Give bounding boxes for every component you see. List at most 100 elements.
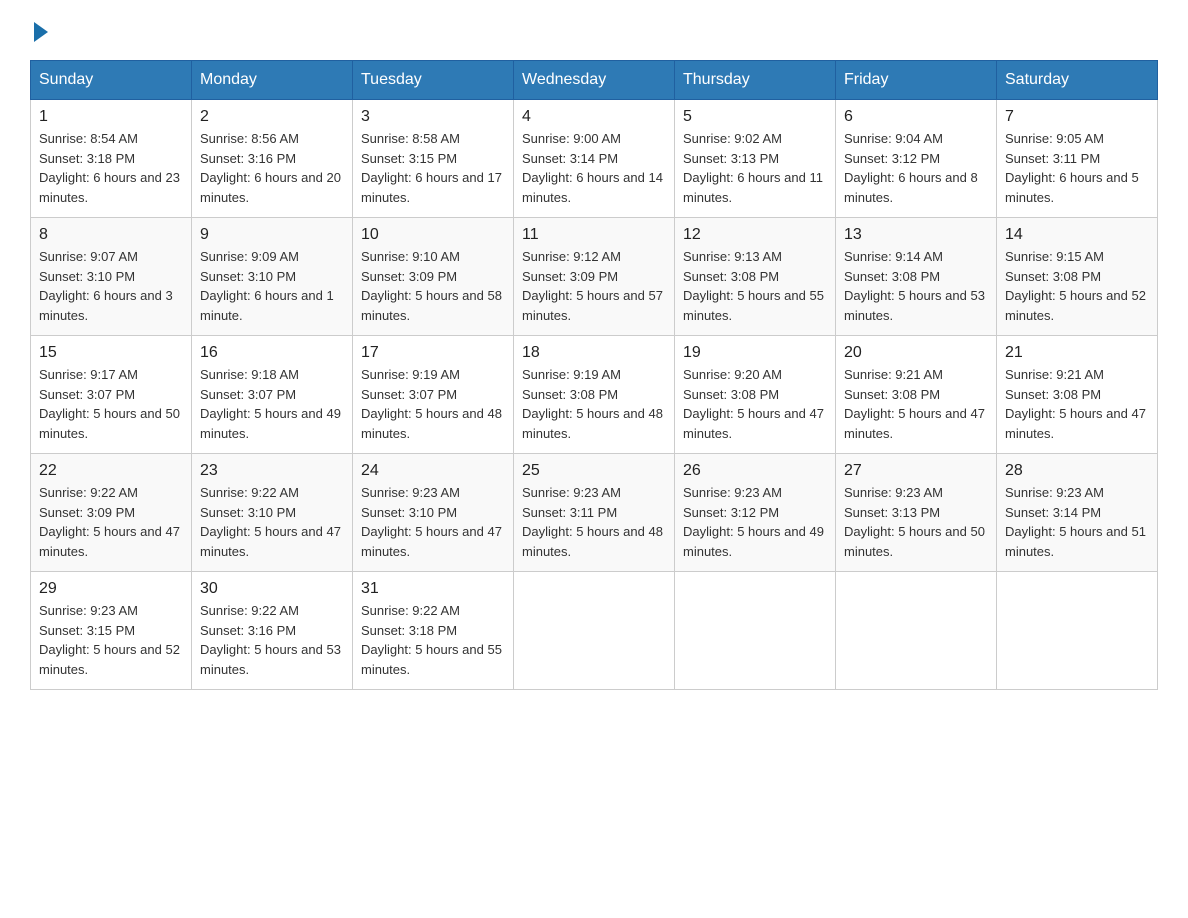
header-wednesday: Wednesday [514,61,675,100]
table-row: 9 Sunrise: 9:09 AMSunset: 3:10 PMDaylight… [192,218,353,336]
header-thursday: Thursday [675,61,836,100]
day-info: Sunrise: 9:23 AMSunset: 3:14 PMDaylight:… [1005,483,1149,561]
day-number: 10 [361,226,505,244]
table-row: 10 Sunrise: 9:10 AMSunset: 3:09 PMDayligh… [353,218,514,336]
day-info: Sunrise: 9:14 AMSunset: 3:08 PMDaylight:… [844,247,988,325]
day-number: 8 [39,226,183,244]
day-info: Sunrise: 9:21 AMSunset: 3:08 PMDaylight:… [1005,365,1149,443]
day-info: Sunrise: 9:02 AMSunset: 3:13 PMDaylight:… [683,129,827,207]
table-row: 2 Sunrise: 8:56 AMSunset: 3:16 PMDaylight… [192,100,353,218]
table-row: 30 Sunrise: 9:22 AMSunset: 3:16 PMDayligh… [192,572,353,690]
table-row: 17Sunrise: 9:19 AMSunset: 3:07 PMDayligh… [353,336,514,454]
header-friday: Friday [836,61,997,100]
day-number: 9 [200,226,344,244]
table-row: 31 Sunrise: 9:22 AMSunset: 3:18 PMDayligh… [353,572,514,690]
day-info: Sunrise: 8:56 AMSunset: 3:16 PMDaylight:… [200,129,344,207]
day-info: Sunrise: 9:22 AMSunset: 3:16 PMDaylight:… [200,601,344,679]
logo [30,20,48,42]
table-row [836,572,997,690]
day-number: 18 [522,344,666,362]
day-info: Sunrise: 9:04 AMSunset: 3:12 PMDaylight:… [844,129,988,207]
day-number: 20 [844,344,988,362]
day-info: Sunrise: 9:18 AMSunset: 3:07 PMDaylight:… [200,365,344,443]
day-info: Sunrise: 8:54 AMSunset: 3:18 PMDaylight:… [39,129,183,207]
day-info: Sunrise: 9:23 AMSunset: 3:10 PMDaylight:… [361,483,505,561]
day-number: 12 [683,226,827,244]
day-info: Sunrise: 9:23 AMSunset: 3:15 PMDaylight:… [39,601,183,679]
table-row: 14 Sunrise: 9:15 AMSunset: 3:08 PMDayligh… [997,218,1158,336]
table-row: 3Sunrise: 8:58 AMSunset: 3:15 PMDaylight… [353,100,514,218]
table-row: 5 Sunrise: 9:02 AMSunset: 3:13 PMDaylight… [675,100,836,218]
day-info: Sunrise: 9:22 AMSunset: 3:10 PMDaylight:… [200,483,344,561]
day-number: 7 [1005,108,1149,126]
day-info: Sunrise: 9:09 AMSunset: 3:10 PMDaylight:… [200,247,344,325]
table-row: 11 Sunrise: 9:12 AMSunset: 3:09 PMDayligh… [514,218,675,336]
week-row-1: 1 Sunrise: 8:54 AMSunset: 3:18 PMDaylight… [31,100,1158,218]
day-info: Sunrise: 9:23 AMSunset: 3:12 PMDaylight:… [683,483,827,561]
header-monday: Monday [192,61,353,100]
day-info: Sunrise: 9:07 AMSunset: 3:10 PMDaylight:… [39,247,183,325]
day-number: 15 [39,344,183,362]
table-row: 18 Sunrise: 9:19 AMSunset: 3:08 PMDayligh… [514,336,675,454]
week-row-5: 29 Sunrise: 9:23 AMSunset: 3:15 PMDayligh… [31,572,1158,690]
day-number: 2 [200,108,344,126]
table-row: 6 Sunrise: 9:04 AMSunset: 3:12 PMDaylight… [836,100,997,218]
table-row: 13 Sunrise: 9:14 AMSunset: 3:08 PMDayligh… [836,218,997,336]
table-row: 12 Sunrise: 9:13 AMSunset: 3:08 PMDayligh… [675,218,836,336]
day-number: 1 [39,108,183,126]
day-info: Sunrise: 8:58 AMSunset: 3:15 PMDaylight:… [361,129,505,207]
day-info: Sunrise: 9:17 AMSunset: 3:07 PMDaylight:… [39,365,183,443]
days-header-row: SundayMondayTuesdayWednesdayThursdayFrid… [31,61,1158,100]
day-number: 6 [844,108,988,126]
table-row [514,572,675,690]
week-row-4: 22Sunrise: 9:22 AMSunset: 3:09 PMDayligh… [31,454,1158,572]
day-number: 14 [1005,226,1149,244]
table-row: 21 Sunrise: 9:21 AMSunset: 3:08 PMDayligh… [997,336,1158,454]
week-row-2: 8 Sunrise: 9:07 AMSunset: 3:10 PMDaylight… [31,218,1158,336]
day-number: 13 [844,226,988,244]
day-number: 26 [683,462,827,480]
table-row: 26 Sunrise: 9:23 AMSunset: 3:12 PMDayligh… [675,454,836,572]
day-info: Sunrise: 9:12 AMSunset: 3:09 PMDaylight:… [522,247,666,325]
table-row: 29 Sunrise: 9:23 AMSunset: 3:15 PMDayligh… [31,572,192,690]
day-number: 24 [361,462,505,480]
day-info: Sunrise: 9:19 AMSunset: 3:07 PMDaylight:… [361,365,505,443]
day-number: 4 [522,108,666,126]
table-row: 20 Sunrise: 9:21 AMSunset: 3:08 PMDayligh… [836,336,997,454]
table-row: 4Sunrise: 9:00 AMSunset: 3:14 PMDaylight… [514,100,675,218]
table-row: 1 Sunrise: 8:54 AMSunset: 3:18 PMDaylight… [31,100,192,218]
day-number: 16 [200,344,344,362]
day-info: Sunrise: 9:05 AMSunset: 3:11 PMDaylight:… [1005,129,1149,207]
calendar-table: SundayMondayTuesdayWednesdayThursdayFrid… [30,60,1158,690]
table-row: 15 Sunrise: 9:17 AMSunset: 3:07 PMDayligh… [31,336,192,454]
header-sunday: Sunday [31,61,192,100]
day-info: Sunrise: 9:22 AMSunset: 3:18 PMDaylight:… [361,601,505,679]
day-number: 19 [683,344,827,362]
table-row: 25Sunrise: 9:23 AMSunset: 3:11 PMDayligh… [514,454,675,572]
day-number: 21 [1005,344,1149,362]
day-info: Sunrise: 9:13 AMSunset: 3:08 PMDaylight:… [683,247,827,325]
page-header [30,20,1158,42]
day-number: 29 [39,580,183,598]
day-number: 30 [200,580,344,598]
table-row: 23 Sunrise: 9:22 AMSunset: 3:10 PMDayligh… [192,454,353,572]
table-row: 7 Sunrise: 9:05 AMSunset: 3:11 PMDaylight… [997,100,1158,218]
day-number: 11 [522,226,666,244]
day-number: 31 [361,580,505,598]
table-row: 16 Sunrise: 9:18 AMSunset: 3:07 PMDayligh… [192,336,353,454]
table-row [675,572,836,690]
day-number: 5 [683,108,827,126]
day-info: Sunrise: 9:10 AMSunset: 3:09 PMDaylight:… [361,247,505,325]
day-info: Sunrise: 9:23 AMSunset: 3:11 PMDaylight:… [522,483,666,561]
table-row: 27Sunrise: 9:23 AMSunset: 3:13 PMDayligh… [836,454,997,572]
table-row: 19Sunrise: 9:20 AMSunset: 3:08 PMDayligh… [675,336,836,454]
header-tuesday: Tuesday [353,61,514,100]
day-info: Sunrise: 9:15 AMSunset: 3:08 PMDaylight:… [1005,247,1149,325]
table-row: 28Sunrise: 9:23 AMSunset: 3:14 PMDayligh… [997,454,1158,572]
logo-arrow-icon [34,22,48,42]
day-info: Sunrise: 9:19 AMSunset: 3:08 PMDaylight:… [522,365,666,443]
day-number: 23 [200,462,344,480]
day-info: Sunrise: 9:21 AMSunset: 3:08 PMDaylight:… [844,365,988,443]
day-info: Sunrise: 9:22 AMSunset: 3:09 PMDaylight:… [39,483,183,561]
table-row: 22Sunrise: 9:22 AMSunset: 3:09 PMDayligh… [31,454,192,572]
